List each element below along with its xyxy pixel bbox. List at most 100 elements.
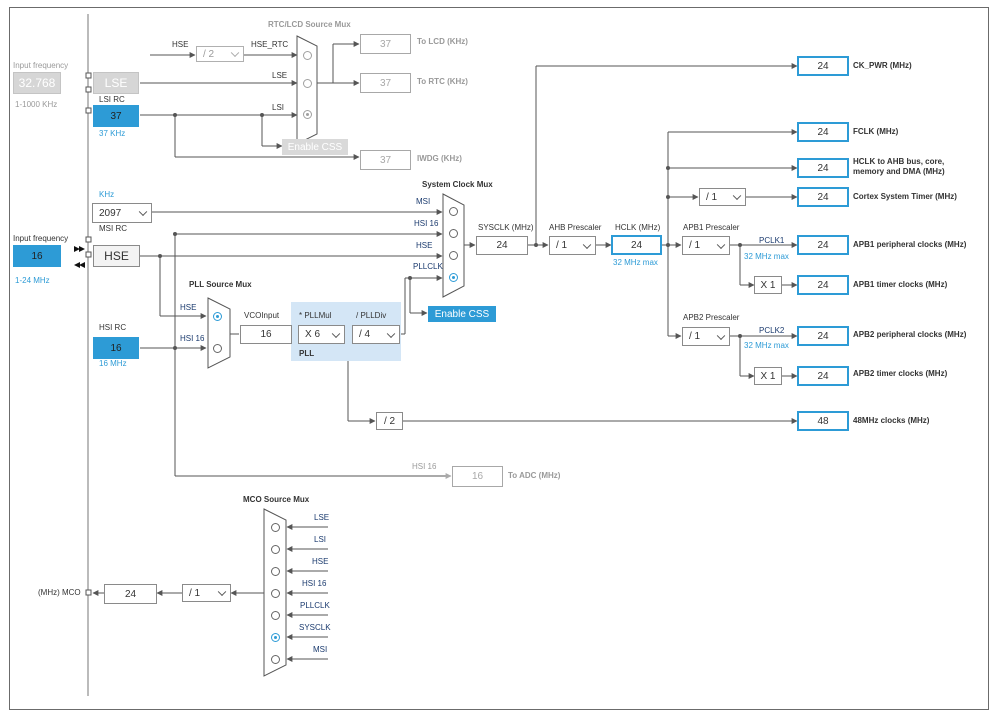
sysmux-enable-css-button[interactable]: Enable CSS: [428, 306, 496, 322]
mco-src-lse-label: LSE: [314, 513, 330, 522]
mco-radio-msi[interactable]: [271, 655, 280, 664]
ck-pwr-value[interactable]: 24: [797, 56, 849, 76]
sysmux-radio-pllclk[interactable]: [449, 273, 458, 282]
apb2-timer-multiplier: X 1: [754, 367, 782, 385]
ck-pwr-label: CK_PWR (MHz): [853, 61, 912, 70]
clk48-label: 48MHz clocks (MHz): [853, 416, 930, 425]
hse-freq-title: Input frequency: [13, 234, 69, 243]
lse-freq-title: Input frequency: [13, 61, 69, 70]
apb2-prescaler-select[interactable]: / 1: [682, 327, 730, 346]
ahb-prescaler-select[interactable]: / 1: [549, 236, 596, 255]
apb2-periph-value[interactable]: 24: [797, 326, 849, 346]
pll-mux-radio-hsi[interactable]: [213, 344, 222, 353]
sysmux-radio-hse[interactable]: [449, 251, 458, 260]
rtc-clock-label: To RTC (KHz): [417, 77, 468, 86]
mco-radio-pllclk[interactable]: [271, 611, 280, 620]
mco-radio-lsi[interactable]: [271, 545, 280, 554]
mco-src-pllclk-label: PLLCLK: [300, 601, 330, 610]
hclk-label: HCLK (MHz): [615, 223, 661, 232]
cortex-timer-divider-select[interactable]: / 1: [699, 188, 746, 206]
mco-src-msi-label: MSI: [313, 645, 328, 654]
mco-radio-hsi[interactable]: [271, 589, 280, 598]
rtc-hse-label: HSE: [172, 40, 189, 49]
lcd-clock-label: To LCD (KHz): [417, 37, 468, 46]
mco-label: (MHz) MCO: [38, 588, 81, 597]
rtc-hse-rtc-label: HSE_RTC: [251, 40, 289, 49]
mco-divider-select[interactable]: / 1: [182, 584, 231, 602]
mco-radio-hse[interactable]: [271, 567, 280, 576]
hsi-title: HSI RC: [99, 323, 127, 332]
iwdg-clock-label: IWDG (KHz): [417, 154, 462, 163]
mco-src-sysclk-label: SYSCLK: [299, 623, 331, 632]
cortex-timer-value[interactable]: 24: [797, 187, 849, 207]
apb1-prescaler-label: APB1 Prescaler: [683, 223, 740, 232]
sysmux-radio-hsi[interactable]: [449, 229, 458, 238]
apb1-periph-label: APB1 peripheral clocks (MHz): [853, 240, 967, 249]
pclk1-label: PCLK1: [759, 236, 785, 245]
sysclk-value: 24: [476, 236, 528, 255]
vco-input-value: 16: [240, 325, 292, 344]
lse-freq-range: 1-1000 KHz: [15, 100, 58, 109]
sysclk-label: SYSCLK (MHz): [478, 223, 534, 232]
hclk-ahb-label-line2: memory and DMA (MHz): [853, 167, 945, 176]
hclk-ahb-value[interactable]: 24: [797, 158, 849, 178]
mco-radio-lse[interactable]: [271, 523, 280, 532]
adc-clock-value: 16: [452, 466, 503, 487]
hclk-max: 32 MHz max: [613, 258, 658, 267]
lsi-unit: 37 KHz: [99, 129, 126, 138]
pclk2-label: PCLK2: [759, 326, 785, 335]
apb2-timer-value[interactable]: 24: [797, 366, 849, 386]
hclk-input[interactable]: 24: [611, 235, 662, 255]
apb1-periph-value[interactable]: 24: [797, 235, 849, 255]
vco-input-label: VCOInput: [244, 311, 280, 320]
chevron-down-icon: [716, 240, 726, 249]
pll-mul-label: * PLLMul: [299, 311, 332, 320]
apb1-prescaler-select[interactable]: / 1: [682, 236, 730, 255]
lcd-clock-value: 37: [360, 34, 411, 54]
clk48-value[interactable]: 48: [797, 411, 849, 431]
hse-oscillator[interactable]: HSE: [93, 245, 140, 267]
rtc-mux-radio-lsi[interactable]: [303, 110, 312, 119]
msi-range-select[interactable]: 2097: [92, 203, 152, 223]
lsi-value: 37: [93, 105, 139, 127]
pll-mux-radio-hse[interactable]: [213, 312, 222, 321]
chevron-down-icon: [138, 207, 148, 217]
adc-source-label: HSI 16: [412, 462, 437, 471]
apb1-timer-value[interactable]: 24: [797, 275, 849, 295]
sysmux-radio-msi[interactable]: [449, 207, 458, 216]
fclk-value[interactable]: 24: [797, 122, 849, 142]
hse-freq-range: 1-24 MHz: [15, 276, 50, 285]
mco-value: 24: [104, 584, 157, 604]
hsi-unit: 16 MHz: [99, 359, 127, 368]
rtc-enable-css-button[interactable]: Enable CSS: [282, 139, 348, 155]
chevron-down-icon: [386, 329, 396, 338]
adc-clock-label: To ADC (MHz): [508, 471, 561, 480]
lse-freq-input[interactable]: 32.768: [13, 72, 61, 94]
sysmux-hse-label: HSE: [416, 241, 433, 250]
chevron-down-icon: [732, 191, 742, 201]
msi-title: MSI RC: [99, 224, 127, 233]
hse-freq-input[interactable]: 16: [13, 245, 61, 267]
rtc-mux-radio-lse[interactable]: [303, 79, 312, 88]
rtc-lsi-label: LSI: [272, 103, 285, 112]
chevron-down-icon: [582, 240, 592, 249]
chevron-down-icon: [331, 329, 341, 338]
pll-mul-select[interactable]: X 6: [298, 325, 345, 344]
rtc-clock-value: 37: [360, 73, 411, 93]
rtc-hse-divider[interactable]: / 2: [196, 46, 244, 62]
chevron-down-icon: [217, 587, 227, 597]
mco-src-hsi-label: HSI 16: [302, 579, 327, 588]
chevron-down-icon: [716, 331, 726, 340]
mco-radio-sysclk[interactable]: [271, 633, 280, 642]
lsi-title: LSI RC: [99, 95, 125, 104]
fclk-label: FCLK (MHz): [853, 127, 899, 136]
pll-mux-hsi-label: HSI 16: [180, 334, 205, 343]
lse-oscillator[interactable]: LSE: [93, 72, 139, 94]
apb1-timer-label: APB1 timer clocks (MHz): [853, 280, 948, 289]
msi-unit: KHz: [99, 190, 115, 199]
ahb-prescaler-label: AHB Prescaler: [549, 223, 602, 232]
pll-div-select[interactable]: / 4: [352, 325, 400, 344]
apb1-max: 32 MHz max: [744, 252, 789, 261]
mco-source-mux-title: MCO Source Mux: [243, 495, 310, 504]
rtc-mux-radio-hse[interactable]: [303, 51, 312, 60]
